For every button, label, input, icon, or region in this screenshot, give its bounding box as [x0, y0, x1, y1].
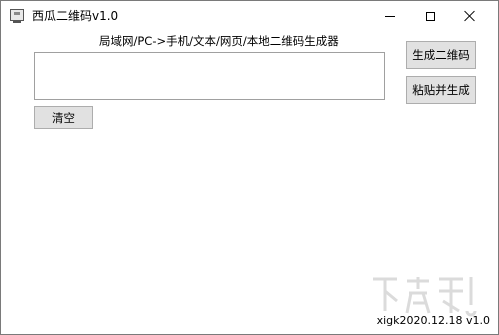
paste-and-generate-button[interactable]: 粘贴并生成 — [406, 76, 476, 104]
app-window: 西瓜二维码v1.0 局域网/PC->手机/文本/网页/本地二维码生成器 生成二维… — [0, 0, 499, 335]
maximize-icon — [425, 11, 435, 21]
page-heading: 局域网/PC->手机/文本/网页/本地二维码生成器 — [99, 34, 339, 48]
minimize-button[interactable] — [372, 1, 408, 31]
version-label: xigk2020.12.18 v1.0 — [376, 314, 490, 327]
clear-button[interactable]: 清空 — [34, 106, 93, 129]
app-monitor-icon — [10, 9, 24, 23]
title-bar[interactable]: 西瓜二维码v1.0 — [1, 1, 498, 31]
window-title: 西瓜二维码v1.0 — [32, 9, 119, 23]
close-icon — [464, 10, 476, 22]
maximize-button[interactable] — [412, 1, 448, 31]
close-button[interactable] — [452, 1, 488, 31]
minimize-icon — [385, 15, 395, 17]
watermark-logo — [373, 277, 477, 317]
content-input[interactable] — [34, 52, 385, 100]
generate-qrcode-button[interactable]: 生成二维码 — [406, 41, 476, 69]
